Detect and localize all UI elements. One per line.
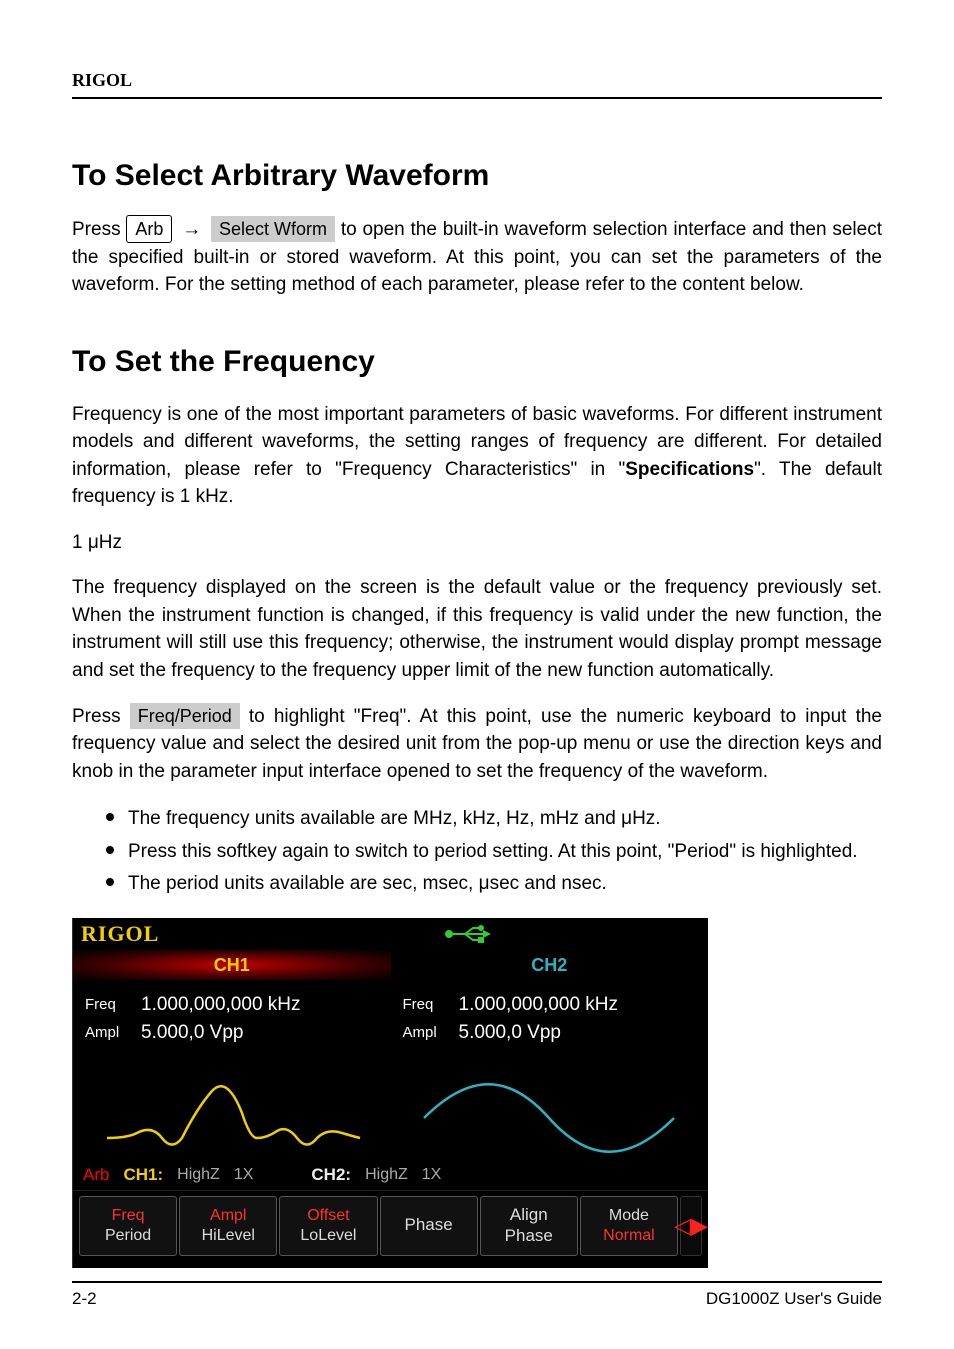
page-number: 2-2 bbox=[72, 1289, 97, 1309]
ch2-ampl-label: Ampl bbox=[403, 1022, 459, 1044]
softkey-label: Freq bbox=[112, 1206, 145, 1225]
status-arb: Arb bbox=[83, 1165, 109, 1185]
status-ch1-impedance: HighZ bbox=[177, 1166, 220, 1184]
softkey-label: Mode bbox=[609, 1206, 649, 1225]
softkey-row: Freq Period Ampl HiLevel Offset LoLevel … bbox=[73, 1190, 708, 1260]
ch2-tab[interactable]: CH2 bbox=[391, 950, 709, 980]
ch1-ampl-value: 5.000,0 Vpp bbox=[141, 1022, 243, 1044]
softkey-label: Phase bbox=[505, 1226, 553, 1246]
softkey-nav-arrow[interactable]: ◁▶ bbox=[680, 1196, 702, 1256]
ch1-tab[interactable]: CH1 bbox=[73, 950, 391, 980]
ch1-freq-value: 1.000,000,000 kHz bbox=[141, 994, 301, 1016]
ch2-freq-value: 1.000,000,000 kHz bbox=[459, 994, 619, 1016]
intro-paragraph: Press Arb → Select Wform to open the bui… bbox=[72, 215, 882, 299]
freq-resolution: 1 μHz bbox=[72, 529, 882, 557]
softkey-label: Align bbox=[510, 1205, 548, 1225]
device-logo: RIGOL bbox=[81, 921, 159, 947]
arrow-icon: → bbox=[178, 216, 205, 244]
ch2-readouts: Freq1.000,000,000 kHz Ampl5.000,0 Vpp bbox=[391, 980, 709, 1076]
freq-paragraph-2: The frequency displayed on the screen is… bbox=[72, 574, 882, 684]
softkey-freq-period[interactable]: Freq Period bbox=[79, 1196, 177, 1256]
subsection-title: To Set the Frequency bbox=[72, 345, 882, 379]
status-ch2: CH2: bbox=[311, 1165, 351, 1185]
softkey-label: Ampl bbox=[210, 1206, 246, 1225]
select-wform-softkey: Select Wform bbox=[211, 216, 335, 242]
doc-title: DG1000Z User's Guide bbox=[706, 1289, 882, 1309]
ch1-waveform bbox=[73, 1076, 391, 1160]
softkey-ampl-hilevel[interactable]: Ampl HiLevel bbox=[179, 1196, 277, 1256]
status-ch1: CH1: bbox=[123, 1165, 163, 1185]
status-ch1-atten: 1X bbox=[234, 1166, 254, 1184]
softkey-align-phase[interactable]: Align Phase bbox=[480, 1196, 578, 1256]
ch2-freq-label: Freq bbox=[403, 994, 459, 1016]
status-bar: Arb CH1: HighZ 1X CH2: HighZ 1X bbox=[73, 1160, 708, 1190]
softkey-mode[interactable]: Mode Normal bbox=[580, 1196, 678, 1256]
usb-icon bbox=[443, 924, 491, 944]
text: Press bbox=[72, 219, 126, 240]
softkey-label: Phase bbox=[405, 1215, 453, 1235]
softkey-phase[interactable]: Phase bbox=[380, 1196, 478, 1256]
text: Press bbox=[72, 706, 130, 727]
device-screenshot: RIGOL CH1 CH2 Freq1.000,000,000 kHz bbox=[72, 918, 708, 1268]
ch2-ampl-value: 5.000,0 Vpp bbox=[459, 1022, 561, 1044]
softkey-label: HiLevel bbox=[202, 1226, 255, 1245]
softkey-label: Period bbox=[105, 1226, 151, 1245]
ch2-waveform bbox=[391, 1076, 709, 1160]
ch1-ampl-label: Ampl bbox=[85, 1022, 141, 1044]
ch1-freq-label: Freq bbox=[85, 994, 141, 1016]
list-item: The frequency units available are MHz, k… bbox=[106, 803, 882, 835]
status-ch2-impedance: HighZ bbox=[365, 1166, 408, 1184]
list-item: Press this softkey again to switch to pe… bbox=[106, 836, 882, 868]
ch1-readouts: Freq1.000,000,000 kHz Ampl5.000,0 Vpp bbox=[73, 980, 391, 1076]
freq-period-softkey: Freq/Period bbox=[130, 703, 240, 729]
status-ch2-atten: 1X bbox=[422, 1166, 442, 1184]
section-title: To Select Arbitrary Waveform bbox=[72, 159, 882, 193]
freq-paragraph-3: Press Freq/Period to highlight "Freq". A… bbox=[72, 703, 882, 786]
softkey-offset-lolevel[interactable]: Offset LoLevel bbox=[279, 1196, 377, 1256]
softkey-label: Normal bbox=[603, 1226, 655, 1245]
specifications-link: Specifications bbox=[625, 459, 754, 480]
arb-key: Arb bbox=[126, 215, 172, 243]
page-footer: 2-2 DG1000Z User's Guide bbox=[72, 1281, 882, 1309]
page-header-brand: RIGOL bbox=[72, 70, 882, 99]
list-item: The period units available are sec, msec… bbox=[106, 868, 882, 900]
softkey-label: Offset bbox=[307, 1206, 349, 1225]
bullet-list: The frequency units available are MHz, k… bbox=[106, 803, 882, 900]
freq-paragraph-1: Frequency is one of the most important p… bbox=[72, 401, 882, 511]
softkey-label: LoLevel bbox=[300, 1226, 356, 1245]
